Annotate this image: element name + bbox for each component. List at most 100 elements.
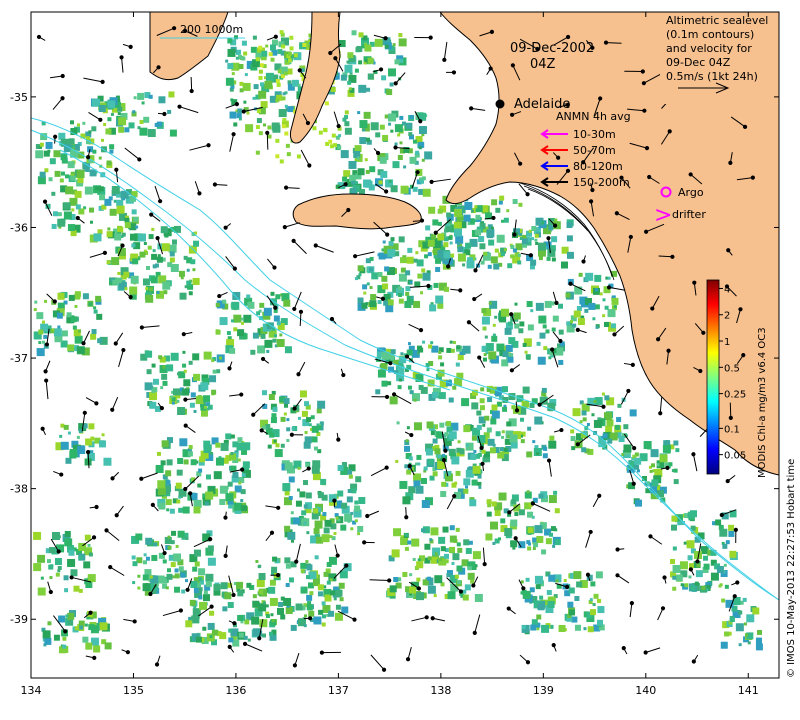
chlorophyll-pixel bbox=[351, 180, 356, 185]
chlorophyll-pixel bbox=[541, 387, 547, 393]
velocity-arrow-head bbox=[292, 663, 297, 668]
chlorophyll-pixel bbox=[149, 392, 158, 401]
chlorophyll-pixel bbox=[271, 566, 278, 573]
chlorophyll-pixel bbox=[230, 434, 235, 439]
chlorophyll-pixel bbox=[268, 394, 275, 401]
velocity-arrow-head bbox=[550, 347, 555, 352]
velocity-arrow-head bbox=[381, 667, 387, 672]
chlorophyll-pixel bbox=[365, 137, 370, 142]
chlorophyll-pixel bbox=[408, 456, 413, 461]
chlorophyll-pixel bbox=[258, 603, 267, 612]
chlorophyll-pixel bbox=[269, 44, 276, 51]
chlorophyll-pixel bbox=[375, 132, 381, 138]
chlorophyll-pixel bbox=[721, 598, 726, 603]
chlorophyll-pixel bbox=[237, 329, 245, 337]
chlorophyll-pixel bbox=[448, 397, 454, 403]
chlorophyll-pixel bbox=[347, 519, 351, 523]
chlorophyll-pixel bbox=[205, 491, 214, 500]
chlorophyll-pixel bbox=[337, 145, 342, 150]
chlorophyll-pixel bbox=[597, 619, 604, 626]
chlorophyll-pixel bbox=[492, 333, 496, 337]
chlorophyll-pixel bbox=[416, 259, 424, 267]
chlorophyll-pixel bbox=[244, 73, 248, 77]
velocity-arrow-head bbox=[227, 644, 232, 649]
velocity-arrow-head bbox=[644, 229, 649, 234]
chlorophyll-pixel bbox=[438, 355, 443, 360]
chlorophyll-pixel bbox=[546, 589, 552, 595]
chlorophyll-pixel bbox=[576, 581, 583, 588]
chlorophyll-pixel bbox=[536, 452, 540, 456]
chlorophyll-pixel bbox=[533, 542, 539, 548]
chlorophyll-pixel bbox=[310, 415, 315, 420]
velocity-arrow-head bbox=[44, 378, 49, 383]
chlorophyll-pixel bbox=[276, 321, 281, 326]
chlorophyll-pixel bbox=[465, 242, 472, 249]
chlorophyll-pixel bbox=[182, 350, 186, 354]
velocity-arrow-head bbox=[378, 67, 384, 72]
velocity-arrow-head bbox=[183, 423, 188, 428]
chlorophyll-pixel bbox=[137, 586, 141, 590]
chlorophyll-pixel bbox=[406, 256, 414, 264]
chlorophyll-pixel bbox=[271, 122, 280, 131]
chlorophyll-pixel bbox=[446, 212, 452, 218]
velocity-arrow-head bbox=[319, 650, 324, 655]
chlorophyll-pixel bbox=[47, 621, 52, 626]
velocity-arrow-head bbox=[670, 254, 675, 259]
chlorophyll-pixel bbox=[402, 572, 408, 578]
velocity-arrow-head bbox=[443, 448, 448, 453]
velocity-arrow-head bbox=[231, 132, 236, 137]
chlorophyll-pixel bbox=[432, 471, 438, 477]
chlorophyll-pixel bbox=[423, 466, 428, 471]
chlorophyll-pixel bbox=[252, 35, 257, 40]
chlorophyll-pixel bbox=[90, 333, 97, 340]
chlorophyll-pixel bbox=[176, 469, 183, 476]
chlorophyll-pixel bbox=[238, 63, 244, 69]
chlorophyll-pixel bbox=[555, 347, 564, 356]
chlorophyll-pixel bbox=[93, 309, 98, 314]
chlorophyll-pixel bbox=[137, 92, 145, 100]
chlorophyll-pixel bbox=[398, 33, 403, 38]
chlorophyll-pixel bbox=[283, 71, 288, 76]
velocity-arrow-head bbox=[510, 63, 515, 68]
chlorophyll-pixel bbox=[413, 398, 417, 402]
chlorophyll-pixel bbox=[117, 106, 123, 112]
velocity-arrow-head bbox=[514, 408, 520, 413]
velocity-arrow-head bbox=[139, 476, 144, 481]
chlorophyll-pixel bbox=[323, 527, 330, 534]
chlorophyll-pixel bbox=[558, 359, 564, 365]
chlorophyll-pixel bbox=[412, 139, 417, 144]
chlorophyll-pixel bbox=[227, 602, 234, 609]
chlorophyll-pixel bbox=[256, 311, 261, 316]
chlorophyll-pixel bbox=[494, 248, 499, 253]
chlorophyll-pixel bbox=[526, 355, 531, 360]
velocity-arrow-head bbox=[407, 463, 412, 469]
chlorophyll-pixel bbox=[154, 122, 159, 127]
velocity-arrow-head bbox=[426, 283, 431, 289]
chlorophyll-pixel bbox=[548, 225, 554, 231]
chlorophyll-pixel bbox=[417, 462, 421, 466]
chlorophyll-pixel bbox=[156, 256, 163, 263]
chlorophyll-pixel bbox=[355, 476, 362, 483]
chlorophyll-pixel bbox=[604, 395, 610, 401]
velocity-arrow-head bbox=[162, 550, 167, 556]
chlorophyll-pixel bbox=[340, 524, 347, 531]
chlorophyll-pixel bbox=[394, 59, 400, 65]
chlorophyll-pixel bbox=[400, 185, 409, 194]
chlorophyll-pixel bbox=[293, 53, 298, 58]
chlorophyll-pixel bbox=[262, 123, 266, 127]
chlorophyll-pixel bbox=[251, 616, 260, 625]
chlorophyll-pixel bbox=[98, 440, 106, 448]
chlorophyll-pixel bbox=[530, 259, 537, 266]
chlorophyll-pixel bbox=[470, 579, 475, 584]
chlorophyll-pixel bbox=[260, 101, 268, 109]
chlorophyll-pixel bbox=[143, 116, 150, 123]
chlorophyll-pixel bbox=[41, 320, 45, 324]
chlorophyll-pixel bbox=[167, 109, 172, 114]
velocity-arrow-head bbox=[565, 34, 571, 40]
velocity-arrow-head bbox=[647, 174, 652, 180]
chlorophyll-pixel bbox=[417, 558, 421, 562]
chlorophyll-pixel bbox=[64, 588, 69, 593]
chlorophyll-pixel bbox=[538, 256, 543, 261]
chlorophyll-pixel bbox=[493, 263, 500, 270]
chlorophyll-pixel bbox=[203, 351, 212, 360]
